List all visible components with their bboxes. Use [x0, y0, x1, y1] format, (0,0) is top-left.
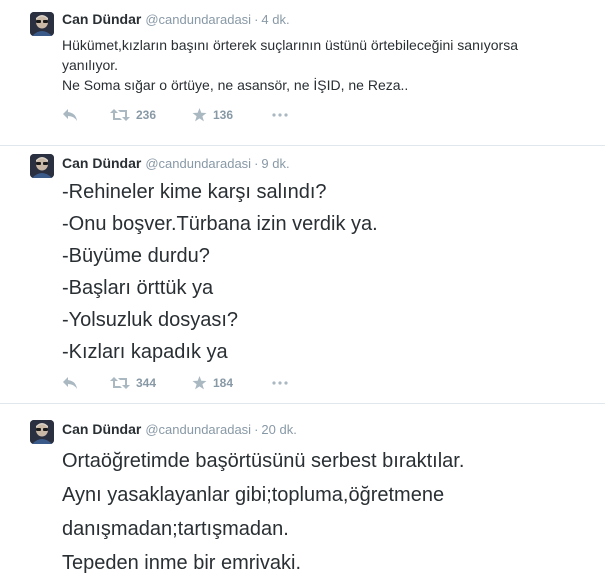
avatar[interactable]	[30, 12, 54, 36]
tweet[interactable]: Can Dündar @candundaradasi · 20 dk. Ortaöğr…	[0, 404, 605, 574]
reply-button[interactable]	[62, 106, 78, 124]
favorite-count: 184	[213, 376, 234, 390]
author-handle[interactable]: @candundaradasi	[145, 12, 251, 27]
timestamp[interactable]: 20 dk.	[261, 422, 296, 437]
separator: ·	[254, 156, 259, 171]
more-icon	[272, 381, 288, 385]
favorite-button[interactable]: 184	[192, 374, 233, 392]
tweet-text-line: danışmadan;tartışmadan.	[62, 518, 289, 540]
separator: ·	[254, 422, 259, 437]
tweet-text-line: Ne Soma sığar o örtüye, ne asansör, ne İ…	[62, 77, 409, 93]
more-button[interactable]	[272, 106, 288, 124]
more-icon	[272, 113, 288, 117]
retweet-icon	[110, 109, 130, 121]
tweet-header: Can Dündar @candundaradasi · 9 dk.	[62, 154, 290, 173]
tweet[interactable]: Can Dündar @candundaradasi · 9 dk. -Rehinel…	[0, 146, 605, 404]
author-handle[interactable]: @candundaradasi	[145, 422, 251, 437]
tweet-text-line: -Büyüme durdu?	[62, 245, 210, 267]
retweet-count: 344	[136, 376, 157, 390]
star-icon	[192, 376, 207, 390]
separator: ·	[254, 12, 259, 27]
reply-button[interactable]	[62, 374, 78, 392]
favorite-count: 136	[213, 108, 234, 122]
tweet-header: Can Dündar @candundaradasi · 20 dk.	[62, 420, 297, 439]
tweet-text-line: yanılıyor.	[62, 57, 119, 73]
reply-icon	[63, 377, 77, 389]
author-handle[interactable]: @candundaradasi	[145, 156, 251, 171]
tweet-text-line: -Yolsuzluk dosyası?	[62, 309, 239, 331]
retweet-icon	[110, 377, 130, 389]
retweet-button[interactable]: 344	[110, 374, 156, 392]
tweet-text-line: -Kızları kapadık ya	[62, 341, 228, 363]
tweet-text: Ortaöğretimde başörtüsünü serbest bırakt…	[62, 444, 597, 580]
tweet-text: -Rehineler kime karşı salındı? -Onu boşv…	[62, 176, 597, 368]
timestamp[interactable]: 9 dk.	[261, 156, 289, 171]
tweet-text-line: -Başları örttük ya	[62, 277, 214, 299]
retweet-button[interactable]: 236	[110, 106, 156, 124]
star-icon	[192, 108, 207, 122]
tweet-text: Hükümet,kızların başını örterek suçların…	[62, 35, 597, 95]
more-button[interactable]	[272, 374, 288, 392]
avatar[interactable]	[30, 154, 54, 178]
tweet-text-line: Aynı yasaklayanlar gibi;topluma,öğretmen…	[62, 484, 445, 506]
timestamp[interactable]: 4 dk.	[261, 12, 289, 27]
author-name[interactable]: Can Dündar	[62, 11, 141, 27]
retweet-count: 236	[136, 108, 157, 122]
author-name[interactable]: Can Dündar	[62, 421, 141, 437]
favorite-button[interactable]: 136	[192, 106, 233, 124]
avatar[interactable]	[30, 420, 54, 444]
tweet-text-line: Tepeden inme bir emrivaki.	[62, 552, 301, 574]
tweet[interactable]: Can Dündar @candundaradasi · 4 dk. Hükümet,…	[0, 0, 605, 146]
tweet-text-line: -Onu boşver.Türbana izin verdik ya.	[62, 213, 378, 235]
tweet-text-line: Ortaöğretimde başörtüsünü serbest bırakt…	[62, 450, 465, 472]
author-name[interactable]: Can Dündar	[62, 155, 141, 171]
tweet-header: Can Dündar @candundaradasi · 4 dk.	[62, 10, 290, 29]
tweet-text-line: Hükümet,kızların başını örterek suçların…	[62, 37, 519, 53]
tweet-text-line: -Rehineler kime karşı salındı?	[62, 181, 327, 203]
reply-icon	[63, 109, 77, 121]
